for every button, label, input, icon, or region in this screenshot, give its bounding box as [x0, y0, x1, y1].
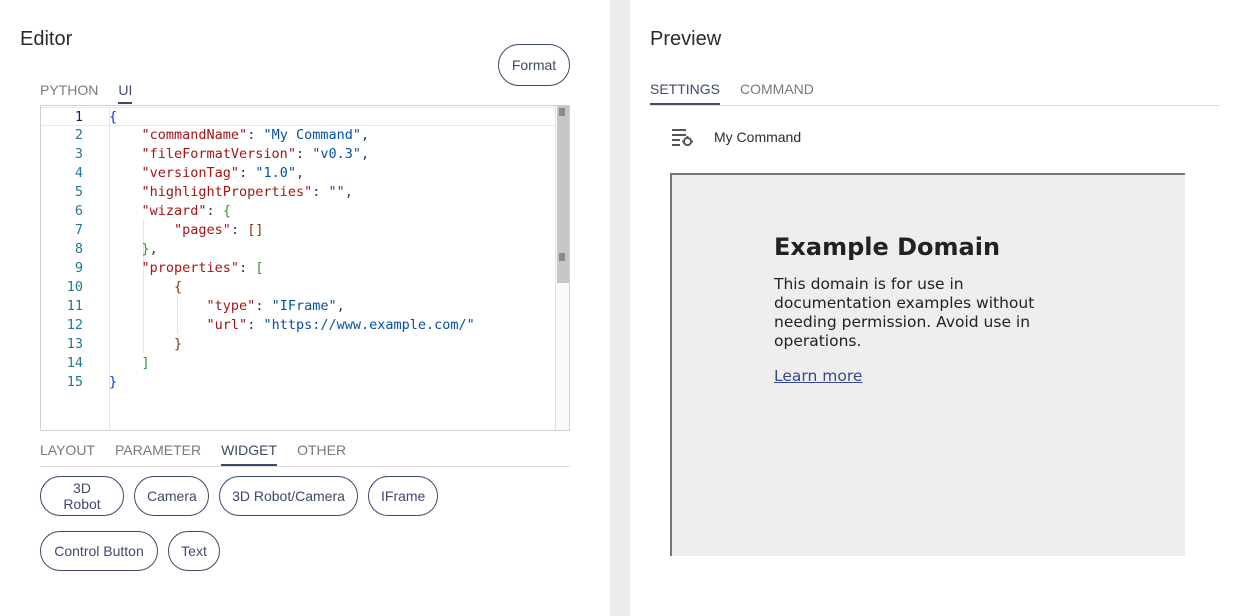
- command-name: My Command: [714, 129, 802, 145]
- code-text: ]: [141, 355, 150, 371]
- line-number: 1: [74, 109, 83, 125]
- code-text: "highlightProperties": "",: [141, 184, 353, 200]
- preview-panel: Preview SETTINGS COMMAND My Command Exam…: [630, 0, 1240, 616]
- code-line: 8 },: [41, 240, 555, 259]
- iframe-heading: Example Domain: [774, 233, 1001, 261]
- line-number: 12: [66, 317, 83, 333]
- line-number: 15: [66, 374, 83, 390]
- code-text: "versionTag": "1.0",: [141, 165, 305, 181]
- tab-ui[interactable]: UI: [118, 82, 133, 104]
- line-number: 2: [74, 127, 83, 143]
- command-row[interactable]: My Command: [672, 128, 802, 147]
- widget-camera-button[interactable]: Camera: [134, 476, 209, 516]
- learn-more-link[interactable]: Learn more: [774, 367, 862, 385]
- tab-widget[interactable]: WIDGET: [221, 442, 278, 466]
- line-number: 9: [74, 260, 83, 276]
- code-text: },: [141, 241, 158, 257]
- line-number: 11: [66, 298, 83, 314]
- code-line: 5 "highlightProperties": "",: [41, 183, 555, 202]
- widget-3d-robot-camera-button[interactable]: 3D Robot/Camera: [219, 476, 358, 516]
- tab-python[interactable]: PYTHON: [40, 82, 98, 104]
- code-line: 12 "url": "https://www.example.com/": [41, 316, 555, 335]
- code-text: "pages": []: [174, 222, 264, 238]
- line-number: 14: [66, 355, 83, 371]
- code-line: 15}: [41, 373, 555, 392]
- tab-layout[interactable]: LAYOUT: [40, 442, 95, 466]
- code-line: 7 "pages": []: [41, 221, 555, 240]
- line-number: 4: [74, 165, 83, 181]
- code-line: 2 "commandName": "My Command",: [41, 126, 555, 145]
- widget-control-button-button[interactable]: Control Button: [40, 531, 158, 571]
- tab-parameter[interactable]: PARAMETER: [115, 442, 201, 466]
- preview-title: Preview: [650, 28, 722, 50]
- line-number: 6: [74, 203, 83, 219]
- code-text: }: [109, 374, 118, 390]
- tab-other[interactable]: OTHER: [297, 442, 346, 466]
- editor-tabs: PYTHON UI: [40, 82, 152, 104]
- iframe-content: Example Domain This domain is for use in…: [774, 233, 1074, 386]
- format-button[interactable]: Format: [498, 44, 570, 86]
- code-line: 9 "properties": [: [41, 259, 555, 278]
- widget-iframe-button[interactable]: IFrame: [368, 476, 438, 516]
- code-line: 13 }: [41, 335, 555, 354]
- scrollbar-marker: [559, 108, 565, 116]
- code-text: }: [174, 336, 183, 352]
- widget-3d-robot-button[interactable]: 3D Robot: [40, 476, 124, 516]
- code-text: "properties": [: [141, 260, 264, 276]
- line-number: 3: [74, 146, 83, 162]
- code-editor[interactable]: 1{2 "commandName": "My Command", 3 "fileF…: [40, 105, 570, 431]
- code-line: 14 ]: [41, 354, 555, 373]
- line-number: 5: [74, 184, 83, 200]
- code-text: "url": "https://www.example.com/": [206, 317, 475, 333]
- code-text: "fileFormatVersion": "v0.3",: [141, 146, 370, 162]
- scrollbar-marker: [559, 253, 565, 261]
- tab-command[interactable]: COMMAND: [740, 81, 814, 105]
- iframe-body-text: This domain is for use in documentation …: [774, 275, 1035, 350]
- code-text: "commandName": "My Command",: [141, 127, 370, 143]
- code-line: 1{: [41, 107, 555, 126]
- code-text: {: [174, 279, 183, 295]
- tab-settings[interactable]: SETTINGS: [650, 81, 721, 105]
- line-number: 7: [74, 222, 83, 238]
- code-line: 4 "versionTag": "1.0",: [41, 164, 555, 183]
- code-text: {: [109, 109, 118, 125]
- preview-tabs: SETTINGS COMMAND: [650, 81, 1220, 106]
- line-number: 10: [66, 279, 83, 295]
- line-number: 13: [66, 336, 83, 352]
- code-line: 11 "type": "IFrame",: [41, 297, 555, 316]
- iframe-preview[interactable]: Example Domain This domain is for use in…: [670, 173, 1185, 556]
- code-text: "type": "IFrame",: [206, 298, 345, 314]
- list-settings-icon: [672, 128, 694, 147]
- code-line: 3 "fileFormatVersion": "v0.3",: [41, 145, 555, 164]
- editor-title: Editor: [20, 28, 73, 50]
- line-number: 8: [74, 241, 83, 257]
- widget-text-button[interactable]: Text: [168, 531, 220, 571]
- editor-panel: Editor Format PYTHON UI 1{2 "commandName…: [0, 0, 610, 616]
- code-line: 10 {: [41, 278, 555, 297]
- widget-category-tabs: LAYOUT PARAMETER WIDGET OTHER: [40, 442, 570, 467]
- code-text: "wizard": {: [141, 203, 231, 219]
- code-line: 6 "wizard": {: [41, 202, 555, 221]
- editor-scrollbar[interactable]: [555, 106, 569, 430]
